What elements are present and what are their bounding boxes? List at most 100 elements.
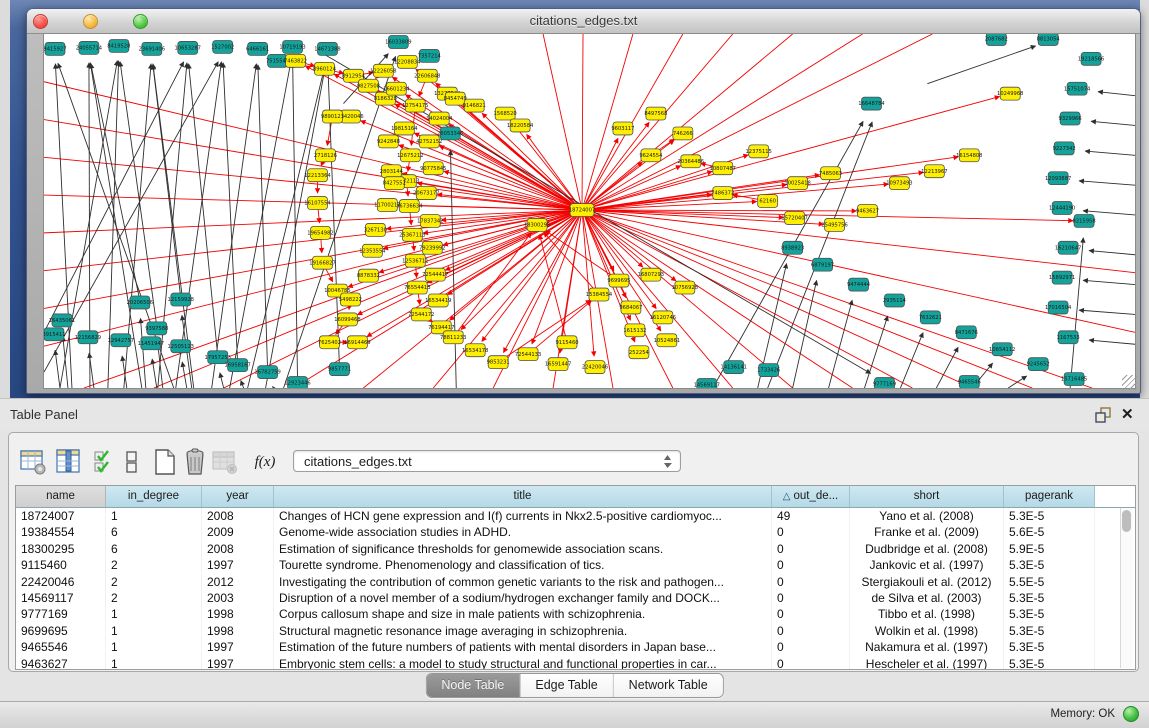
graph-node[interactable]: 23691406 <box>139 42 165 55</box>
table-row[interactable]: 1872400712008Changes of HCN gene express… <box>16 508 1135 524</box>
graph-node[interactable]: 72544133 <box>515 348 541 361</box>
table-selector-dropdown[interactable]: citations_edges.txt <box>293 450 681 472</box>
graph-edge[interactable] <box>582 210 1092 388</box>
column-header-year[interactable]: year <box>202 486 274 507</box>
graph-edge[interactable] <box>545 231 619 281</box>
graph-node[interactable]: 17957253 <box>204 351 230 364</box>
graph-node[interactable]: 12353554 <box>359 244 385 257</box>
graph-edge[interactable] <box>1070 238 1083 388</box>
graph-node[interactable]: 746266 <box>673 127 693 140</box>
graph-edge[interactable] <box>44 82 582 210</box>
graph-node[interactable]: 6466161 <box>246 42 269 55</box>
graph-node[interactable]: 19218566 <box>1078 52 1104 65</box>
graph-node[interactable]: 8938923 <box>781 241 804 254</box>
graph-node[interactable]: 16120746 <box>650 311 676 324</box>
graph-edge[interactable] <box>1091 121 1135 125</box>
graph-node[interactable]: 10524861 <box>654 334 680 347</box>
graph-node[interactable]: 9474444 <box>847 278 870 291</box>
graph-node[interactable]: 9397588 <box>145 322 168 335</box>
graph-node[interactable]: 12754175 <box>402 99 428 112</box>
graph-edge[interactable] <box>1089 251 1135 255</box>
graph-node[interactable]: 2803144 <box>380 165 403 178</box>
graph-node[interactable]: 16601234 <box>383 82 409 95</box>
graph-node[interactable]: 8215958 <box>1073 214 1096 227</box>
graph-edge[interactable] <box>1098 92 1135 96</box>
graph-node[interactable]: 9463627 <box>856 205 879 218</box>
graph-node[interactable]: 79239992 <box>419 241 445 254</box>
graph-node[interactable]: 12536711 <box>402 254 428 267</box>
graph-edge[interactable] <box>829 300 853 388</box>
graph-node[interactable]: 12156829 <box>75 331 101 344</box>
graph-node[interactable]: 14569117 <box>694 379 720 388</box>
table-row[interactable]: 2242004622012Investigating the contribut… <box>16 574 1135 590</box>
graph-node[interactable]: 22606848 <box>414 69 440 82</box>
graph-node[interactable]: 1527002 <box>211 40 234 53</box>
graph-node[interactable]: 9115460 <box>555 336 578 349</box>
network-window[interactable]: citations_edges.txt 94159272405571484195… <box>26 8 1141 394</box>
graph-node[interactable]: 9624554 <box>639 149 662 162</box>
graph-node[interactable]: 19815164 <box>391 122 417 135</box>
graph-node[interactable]: 16648784 <box>858 97 884 110</box>
column-header-short[interactable]: short <box>850 486 1004 507</box>
graph-edge[interactable] <box>927 46 1035 84</box>
graph-node[interactable]: 9699695 <box>607 274 630 287</box>
graph-node[interactable]: 3915411 <box>44 328 66 341</box>
graph-node[interactable]: 25367113 <box>399 228 425 241</box>
graph-node[interactable]: 14136141 <box>721 361 747 374</box>
graph-node[interactable]: 12375115 <box>746 145 772 158</box>
column-header-pagerank[interactable]: pagerank <box>1004 486 1095 507</box>
graph-node[interactable]: 16914469 <box>344 336 370 349</box>
graph-node[interactable]: 42752152 <box>416 135 442 148</box>
graph-node[interactable]: 16107554 <box>304 197 330 210</box>
network-canvas[interactable]: 9415927240557148419528236914061065328715… <box>43 33 1136 389</box>
graph-edge[interactable] <box>713 121 863 388</box>
graph-node[interactable]: 7625402 <box>318 336 341 349</box>
graph-node[interactable]: 18300295 <box>524 218 550 231</box>
graph-node[interactable]: 2087682 <box>985 34 1008 45</box>
graph-node[interactable]: 12213364 <box>304 169 330 182</box>
graph-edge[interactable] <box>582 210 972 388</box>
graph-edge[interactable] <box>582 34 583 210</box>
graph-node[interactable]: 15384554 <box>586 288 612 301</box>
graph-edge[interactable] <box>241 380 244 388</box>
graph-node[interactable]: 9465546 <box>958 376 981 388</box>
graph-edge[interactable] <box>582 210 594 356</box>
graph-node[interactable]: 14671388 <box>314 42 340 55</box>
row-selection-icon[interactable] <box>93 447 115 477</box>
table-mode-icon[interactable] <box>124 447 140 477</box>
table-row[interactable]: 1830029562008Estimation of significance … <box>16 541 1135 557</box>
graph-edge[interactable] <box>461 210 582 330</box>
graph-node[interactable]: 8960124 <box>313 62 336 75</box>
graph-node[interactable]: 12444190 <box>1049 202 1075 215</box>
graph-node[interactable]: 8813054 <box>1037 34 1060 45</box>
graph-node[interactable]: 8878332 <box>357 269 380 282</box>
graph-node[interactable]: 24055714 <box>76 41 102 54</box>
table-row[interactable]: 946554611997Estimation of the future num… <box>16 639 1135 655</box>
graph-edge[interactable] <box>1079 181 1135 185</box>
graph-edge[interactable] <box>582 210 912 388</box>
graph-node[interactable]: 2935114 <box>883 294 906 307</box>
graph-node[interactable]: 7357214 <box>418 49 441 62</box>
tab-network-table[interactable]: Network Table <box>614 674 723 697</box>
graph-node[interactable]: 10756928 <box>672 281 698 294</box>
graph-node[interactable]: 12505123 <box>168 340 194 353</box>
graph-node[interactable]: 15720407 <box>781 211 807 224</box>
graph-node[interactable]: 72544172 <box>408 308 434 321</box>
graph-node[interactable]: 9227342 <box>1053 142 1076 155</box>
table-row[interactable]: 969969511998Structural magnetic resonanc… <box>16 623 1135 639</box>
graph-node[interactable]: 11451947 <box>138 337 164 350</box>
graph-node[interactable]: 9146821 <box>463 99 486 112</box>
graph-node[interactable]: 15716485 <box>1061 373 1087 386</box>
graph-node[interactable]: 5498222 <box>339 293 362 306</box>
graph-node[interactable]: 1615132 <box>623 324 646 337</box>
graph-node[interactable]: 9415927 <box>44 42 67 55</box>
graph-node[interactable]: 252254 <box>629 346 649 359</box>
graph-node[interactable]: 25495756 <box>821 218 847 231</box>
graph-node[interactable]: 10249968 <box>997 87 1023 100</box>
table-row[interactable]: 911546021997Tourette syndrome. Phenomeno… <box>16 557 1135 573</box>
graph-node[interactable]: 16033809 <box>385 35 411 48</box>
graph-node[interactable]: 7485063 <box>819 167 842 180</box>
memory-status-icon[interactable] <box>1123 706 1139 722</box>
table-row[interactable]: 977716911998Corpus callosum shape and si… <box>16 606 1135 622</box>
tab-node-table[interactable]: Node Table <box>426 674 520 697</box>
